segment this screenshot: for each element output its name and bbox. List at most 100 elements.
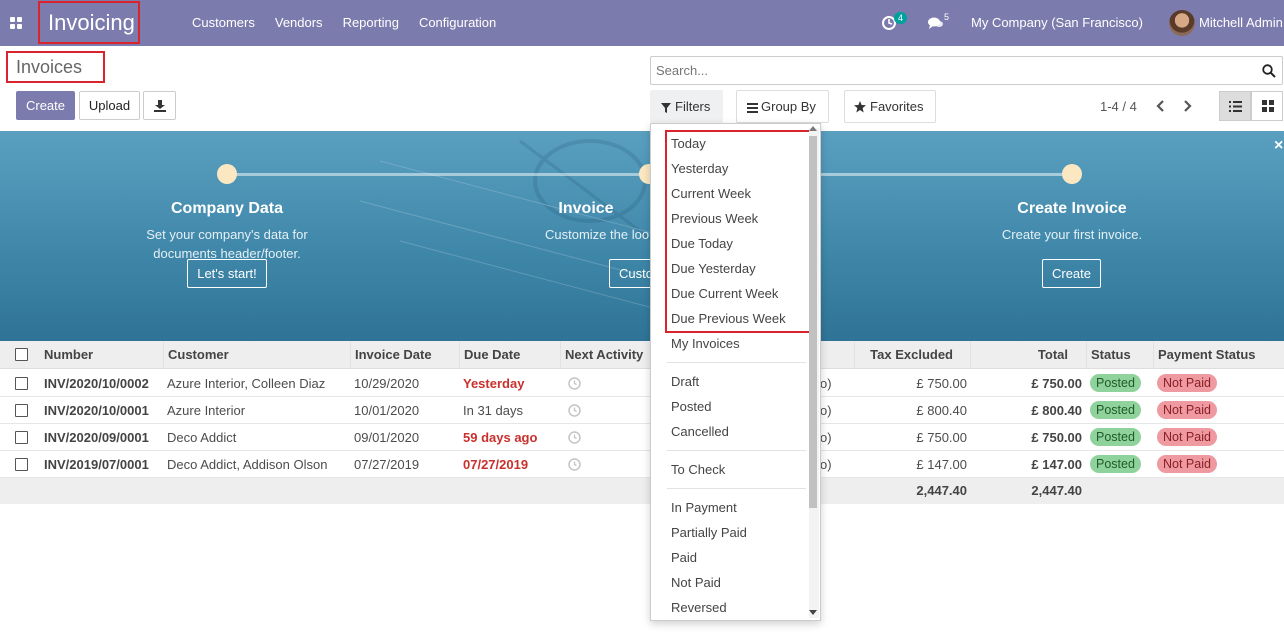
table-row[interactable]: INV/2020/10/0001 Azure Interior 10/01/20… xyxy=(0,397,1284,424)
row-checkbox[interactable] xyxy=(15,377,28,390)
header-status[interactable]: Status xyxy=(1086,341,1153,369)
cell-customer: Azure Interior xyxy=(167,403,246,418)
cell-due-date: 59 days ago xyxy=(463,430,538,445)
clock-icon[interactable] xyxy=(568,377,581,390)
dropdown-divider xyxy=(667,362,806,363)
header-payment-status[interactable]: Payment Status xyxy=(1153,341,1284,369)
filter-in-payment[interactable]: In Payment xyxy=(671,500,737,515)
chevron-right-icon[interactable] xyxy=(1180,96,1196,116)
step-dot-create xyxy=(1062,164,1082,184)
header-invoice-date[interactable]: Invoice Date xyxy=(350,341,459,369)
header-due-date[interactable]: Due Date xyxy=(459,341,560,369)
scroll-down-arrow-icon[interactable] xyxy=(809,610,817,615)
menu-configuration[interactable]: Configuration xyxy=(409,0,506,46)
filter-paid[interactable]: Paid xyxy=(671,550,697,565)
dropdown-scrollbar-thumb[interactable] xyxy=(809,136,817,508)
cell-customer: Azure Interior, Colleen Diaz xyxy=(167,376,326,391)
header-total[interactable]: Total xyxy=(970,341,1086,369)
download-button[interactable] xyxy=(143,91,176,120)
create-button[interactable]: Create xyxy=(16,91,75,120)
app-name[interactable]: Invoicing xyxy=(38,1,140,44)
cell-total: £ 800.40 xyxy=(1031,403,1082,418)
lets-start-button[interactable]: Let's start! xyxy=(187,259,267,288)
list-bars-icon xyxy=(747,103,758,113)
filters-dropdown: Today Yesterday Current Week Previous We… xyxy=(650,123,821,621)
chevron-left-icon[interactable] xyxy=(1152,96,1168,116)
cell-tax-excluded: £ 800.40 xyxy=(916,403,967,418)
cell-partial-text: o) xyxy=(820,376,832,391)
activity-menu[interactable]: 4 xyxy=(882,12,908,33)
filter-to-check[interactable]: To Check xyxy=(671,462,725,477)
filter-cancelled[interactable]: Cancelled xyxy=(671,424,729,439)
search-bar xyxy=(650,56,1283,85)
company-switcher[interactable]: My Company (San Francisco) xyxy=(971,0,1143,46)
row-checkbox[interactable] xyxy=(15,404,28,417)
table-footer-totals: 2,447.40 2,447.40 xyxy=(0,478,1284,504)
clock-icon[interactable] xyxy=(568,404,581,417)
sum-tax-excluded: 2,447.40 xyxy=(916,483,967,498)
menu-customers[interactable]: Customers xyxy=(182,0,265,46)
search-input[interactable] xyxy=(651,57,1241,84)
clock-icon[interactable] xyxy=(568,458,581,471)
user-avatar[interactable] xyxy=(1169,10,1195,36)
header-next-activity[interactable]: Next Activity xyxy=(560,341,650,369)
filter-draft[interactable]: Draft xyxy=(671,374,699,389)
upload-button[interactable]: Upload xyxy=(79,91,140,120)
cell-customer: Deco Addict xyxy=(167,430,237,445)
list-view-button[interactable] xyxy=(1219,91,1251,121)
status-badge: Posted xyxy=(1090,428,1141,446)
cell-tax-excluded: £ 147.00 xyxy=(916,457,967,472)
step-desc-line: Set your company's data for xyxy=(146,227,308,242)
payment-status-badge: Not Paid xyxy=(1157,401,1217,419)
kanban-view-button[interactable] xyxy=(1251,91,1283,121)
row-checkbox[interactable] xyxy=(15,458,28,471)
row-checkbox[interactable] xyxy=(15,431,28,444)
filter-reversed[interactable]: Reversed xyxy=(671,600,727,615)
apps-menu-icon[interactable] xyxy=(10,17,22,29)
favorites-button[interactable]: Favorites xyxy=(844,90,936,123)
filter-icon xyxy=(661,103,671,113)
header-tax-excluded[interactable]: Tax Excluded xyxy=(854,341,970,369)
cell-number: INV/2019/07/0001 xyxy=(44,457,149,472)
pager-value[interactable]: 1-4 / 4 xyxy=(1100,99,1137,114)
group-by-label: Group By xyxy=(761,99,816,114)
filter-posted[interactable]: Posted xyxy=(671,399,711,414)
filter-not-paid[interactable]: Not Paid xyxy=(671,575,721,590)
close-banner-icon[interactable]: × xyxy=(1274,137,1283,155)
cell-total: £ 147.00 xyxy=(1031,457,1082,472)
table-row[interactable]: INV/2020/09/0001 Deco Addict 09/01/2020 … xyxy=(0,424,1284,451)
table-row[interactable]: INV/2019/07/0001 Deco Addict, Addison Ol… xyxy=(0,451,1284,478)
cell-partial-text: o) xyxy=(820,457,832,472)
cell-invoice-date: 10/29/2020 xyxy=(354,376,420,391)
select-all-checkbox[interactable] xyxy=(15,348,28,361)
menu-vendors[interactable]: Vendors xyxy=(265,0,333,46)
status-badge: Posted xyxy=(1090,374,1141,392)
step-desc-invoice: Customize the loo xyxy=(545,227,650,242)
main-menu: Customers Vendors Reporting Configuratio… xyxy=(182,0,506,46)
kanban-view-icon xyxy=(1262,100,1274,112)
create-invoice-button[interactable]: Create xyxy=(1042,259,1101,288)
messaging-menu[interactable]: 5 xyxy=(928,12,952,33)
filters-button[interactable]: Filters xyxy=(650,90,723,123)
cell-number: INV/2020/10/0002 xyxy=(44,376,149,391)
group-by-button[interactable]: Group By xyxy=(736,90,829,123)
scroll-up-arrow-icon[interactable] xyxy=(809,126,817,131)
clock-icon[interactable] xyxy=(568,431,581,444)
menu-reporting[interactable]: Reporting xyxy=(333,0,409,46)
cell-invoice-date: 10/01/2020 xyxy=(354,403,420,418)
payment-status-badge: Not Paid xyxy=(1157,455,1217,473)
cell-number: INV/2020/10/0001 xyxy=(44,403,149,418)
filter-partially-paid[interactable]: Partially Paid xyxy=(671,525,747,540)
header-number[interactable]: Number xyxy=(40,341,163,369)
top-navbar: Invoicing Customers Vendors Reporting Co… xyxy=(0,0,1284,46)
search-icon[interactable] xyxy=(1262,64,1276,78)
cell-number: INV/2020/09/0001 xyxy=(44,430,149,445)
table-row[interactable]: INV/2020/10/0002 Azure Interior, Colleen… xyxy=(0,370,1284,397)
filter-my-invoices[interactable]: My Invoices xyxy=(671,336,740,351)
user-menu[interactable]: Mitchell Admin xyxy=(1199,0,1283,46)
header-customer[interactable]: Customer xyxy=(163,341,350,369)
payment-status-badge: Not Paid xyxy=(1157,428,1217,446)
cell-partial-text: o) xyxy=(820,403,832,418)
status-badge: Posted xyxy=(1090,455,1141,473)
step-desc-company: Set your company's data for documents he… xyxy=(97,225,357,263)
